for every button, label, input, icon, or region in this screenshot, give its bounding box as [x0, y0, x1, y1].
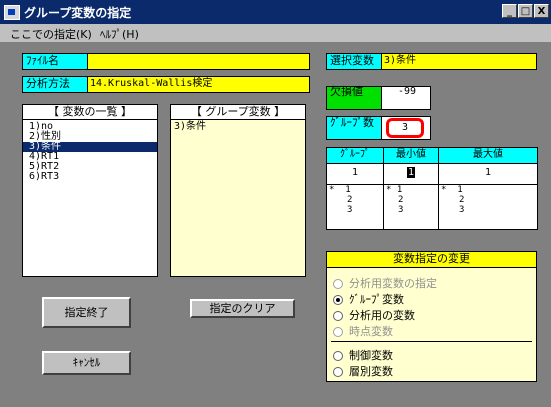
title-bar[interactable]: グループ変数の指定 _ □ X [0, 0, 551, 24]
menu-help[interactable]: ﾍﾙﾌﾟ(H) [100, 26, 139, 42]
missing-value-field[interactable]: -99 [381, 86, 431, 110]
grid-list-group[interactable]: * 1 2 3 [326, 184, 384, 230]
list-item[interactable]: 3)条件 [171, 122, 305, 132]
radio-time-var: 時点変数 [333, 323, 393, 338]
close-button[interactable]: X [534, 4, 549, 18]
change-panel: 変数指定の変更 分析用変数の指定 ｸﾞﾙｰﾌﾟ変数 分析用の変数 時点変数 制御… [326, 251, 537, 382]
radio-control-var[interactable]: 制御変数 [333, 347, 393, 362]
radio-button [333, 279, 343, 289]
app-icon [4, 5, 20, 20]
grid-list-max[interactable]: * 1 2 3 [438, 184, 538, 230]
grid-header-group: ｸﾞﾙｰﾌﾟ [326, 147, 384, 164]
selected-var-field: 3)条件 [381, 53, 537, 70]
file-name-label: ﾌｧｲﾙ名 [22, 53, 88, 70]
group-count-field[interactable]: 3 [386, 118, 424, 138]
radio-button[interactable] [333, 351, 343, 361]
group-count-label: ｸﾞﾙｰﾌﾟ数 [326, 116, 382, 140]
radio-button[interactable] [333, 367, 343, 377]
change-panel-title: 変数指定の変更 [326, 251, 537, 268]
grid-cell-min[interactable]: 1 [383, 163, 439, 185]
cancel-button[interactable]: ｷｬﾝｾﾙ [42, 351, 131, 375]
group-count-box: 3 [381, 116, 431, 140]
menu-bar: ここでの指定(K) ﾍﾙﾌﾟ(H) [0, 24, 551, 43]
window-title: グループ変数の指定 [24, 6, 132, 20]
clear-button[interactable]: 指定のクリア [190, 299, 295, 318]
group-vars-header: 【 グループ変数 】 [170, 104, 306, 120]
radio-button[interactable] [333, 311, 343, 321]
grid-cell-group[interactable]: 1 [326, 163, 384, 185]
grid-header-max: 最大値 [438, 147, 538, 164]
grid-cell-max[interactable]: 1 [438, 163, 538, 185]
panel-divider [331, 341, 532, 342]
radio-group-var[interactable]: ｸﾞﾙｰﾌﾟ変数 [333, 291, 404, 306]
var-list[interactable]: 1)no 2)性別 3)条件 4)RT1 5)RT2 6)RT3 [22, 119, 158, 277]
grid-cell-min-value[interactable]: 1 [406, 167, 416, 178]
main-window: グループ変数の指定 _ □ X ここでの指定(K) ﾍﾙﾌﾟ(H) ﾌｧｲﾙ名 … [0, 0, 551, 407]
method-field: 14.Kruskal-Wallis検定 [87, 76, 310, 93]
selected-var-label: 選択変数 [326, 53, 382, 70]
var-list-header: 【 変数の一覧 】 [22, 104, 158, 120]
group-vars-list[interactable]: 3)条件 [170, 119, 306, 277]
grid-header-min: 最小値 [383, 147, 439, 164]
group-grid: ｸﾞﾙｰﾌﾟ 最小値 最大値 1 1 1 * 1 2 3 * 1 2 3 * 1… [326, 147, 538, 230]
finish-button[interactable]: 指定終了 [42, 297, 131, 328]
radio-button [333, 327, 343, 337]
radio-analysis-vars: 分析用変数の指定 [333, 275, 437, 290]
maximize-button[interactable]: □ [518, 4, 533, 18]
method-label: 分析方法 [22, 76, 88, 93]
missing-value-label: 欠損値 [326, 86, 382, 110]
radio-analysis-var[interactable]: 分析用の変数 [333, 307, 415, 322]
menu-settings[interactable]: ここでの指定(K) [10, 26, 92, 42]
minimize-button[interactable]: _ [502, 4, 517, 18]
file-name-field [87, 53, 310, 70]
radio-button-checked[interactable] [333, 295, 343, 305]
list-item[interactable]: 6)RT3 [23, 172, 157, 182]
radio-strata-var[interactable]: 層別変数 [333, 363, 393, 378]
grid-list-min[interactable]: * 1 2 3 [383, 184, 439, 230]
